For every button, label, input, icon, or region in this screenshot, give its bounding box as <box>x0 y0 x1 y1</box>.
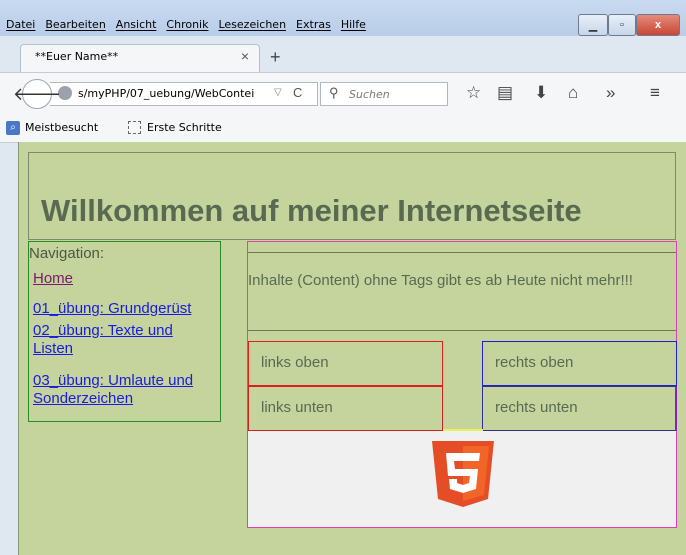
menu-hilfe[interactable]: Hilfe <box>341 18 366 34</box>
bookmark-star-icon[interactable]: ☆ <box>466 83 481 103</box>
html5-logo-icon <box>432 441 494 507</box>
tab-title: **Euer Name** <box>35 50 119 63</box>
download-icon[interactable]: ⬇ <box>534 83 548 103</box>
cell-label: links oben <box>261 354 329 371</box>
menu-bar: Datei Bearbeiten Ansicht Chronik Lesezei… <box>6 18 366 34</box>
cell-bottom-right: rechts unten <box>482 386 677 431</box>
cell-label: rechts oben <box>495 354 574 371</box>
menu-extras[interactable]: Extras <box>296 18 331 34</box>
cell-label: links unten <box>261 399 333 416</box>
cell-bottom-left: links unten <box>248 386 443 431</box>
nav-link-uebung-03[interactable]: 03_übung: Umlaute und Sonderzeichen <box>33 372 217 408</box>
minimize-button[interactable]: ▁ <box>578 14 608 36</box>
close-window-button[interactable]: x <box>636 14 680 36</box>
maximize-icon: ▫ <box>620 19 624 31</box>
bookmark-meistbesucht[interactable]: Meistbesucht <box>25 121 98 134</box>
cell-top-left: links oben <box>248 341 443 386</box>
reload-icon[interactable]: C <box>293 85 302 100</box>
menu-chronik[interactable]: Chronik <box>166 18 208 34</box>
nav-link-uebung-02[interactable]: 02_übung: Texte und Listen <box>33 322 217 358</box>
bookmark-erste-schritte[interactable]: Erste Schritte <box>147 121 222 134</box>
tab-active[interactable]: **Euer Name** × <box>20 44 260 72</box>
reading-list-icon[interactable]: ▤ <box>497 83 513 103</box>
tab-close-icon[interactable]: × <box>241 48 249 64</box>
back-button[interactable]: 🡐 <box>13 79 61 109</box>
page-icon <box>128 121 141 134</box>
menu-bearbeiten[interactable]: Bearbeiten <box>45 18 105 34</box>
logo-area <box>248 431 676 527</box>
bookmark-folder-icon: ⌕ <box>6 121 20 135</box>
navigation-label: Navigation: <box>29 245 105 262</box>
cell-label: rechts unten <box>495 399 578 416</box>
browser-window: Datei Bearbeiten Ansicht Chronik Lesezei… <box>0 0 686 555</box>
hamburger-menu-icon[interactable]: ≡ <box>650 83 660 103</box>
overflow-chevron-icon[interactable]: » <box>606 83 615 103</box>
url-dropdown-icon[interactable]: ▽ <box>274 87 282 98</box>
main-content-text: Inhalte (Content) ohne Tags gibt es ab H… <box>248 272 633 289</box>
divider <box>248 330 676 331</box>
search-bar[interactable]: ⚲ Suchen <box>320 82 448 106</box>
tab-bar: **Euer Name** × + <box>0 36 686 72</box>
page-title: Willkommen auf meiner Internetseite <box>41 193 582 228</box>
nav-link-uebung-01[interactable]: 01_übung: Grundgerüst <box>33 300 217 318</box>
home-icon[interactable]: ⌂ <box>568 83 578 103</box>
maximize-button[interactable]: ▫ <box>608 14 636 36</box>
nav-link-home[interactable]: Home <box>33 270 217 288</box>
navigation-box: Navigation: Home 01_übung: Grundgerüst 0… <box>28 241 221 422</box>
back-arrow-icon: 🡐 <box>12 83 62 104</box>
menu-ansicht[interactable]: Ansicht <box>116 18 157 34</box>
bookmarks-bar: ⌕ Meistbesucht Erste Schritte <box>0 114 686 143</box>
search-input[interactable]: Suchen <box>349 88 390 101</box>
page-content: Willkommen auf meiner Internetseite Navi… <box>18 142 686 555</box>
new-tab-button[interactable]: + <box>270 47 281 68</box>
cell-top-right: rechts oben <box>482 341 677 386</box>
url-bar[interactable]: s/myPHP/07_uebung/WebContei ▽ C <box>50 82 318 106</box>
minimize-icon: ▁ <box>588 19 598 32</box>
url-text[interactable]: s/myPHP/07_uebung/WebContei <box>78 87 268 100</box>
divider <box>248 252 676 253</box>
navigation-toolbar: s/myPHP/07_uebung/WebContei ▽ C 🡐 ⚲ Such… <box>0 72 686 115</box>
header-box: Willkommen auf meiner Internetseite <box>28 152 676 240</box>
menu-datei[interactable]: Datei <box>6 18 35 34</box>
search-icon: ⚲ <box>329 85 339 100</box>
title-bar: Datei Bearbeiten Ansicht Chronik Lesezei… <box>0 0 686 36</box>
close-icon: x <box>654 19 662 31</box>
menu-lesezeichen[interactable]: Lesezeichen <box>218 18 286 34</box>
